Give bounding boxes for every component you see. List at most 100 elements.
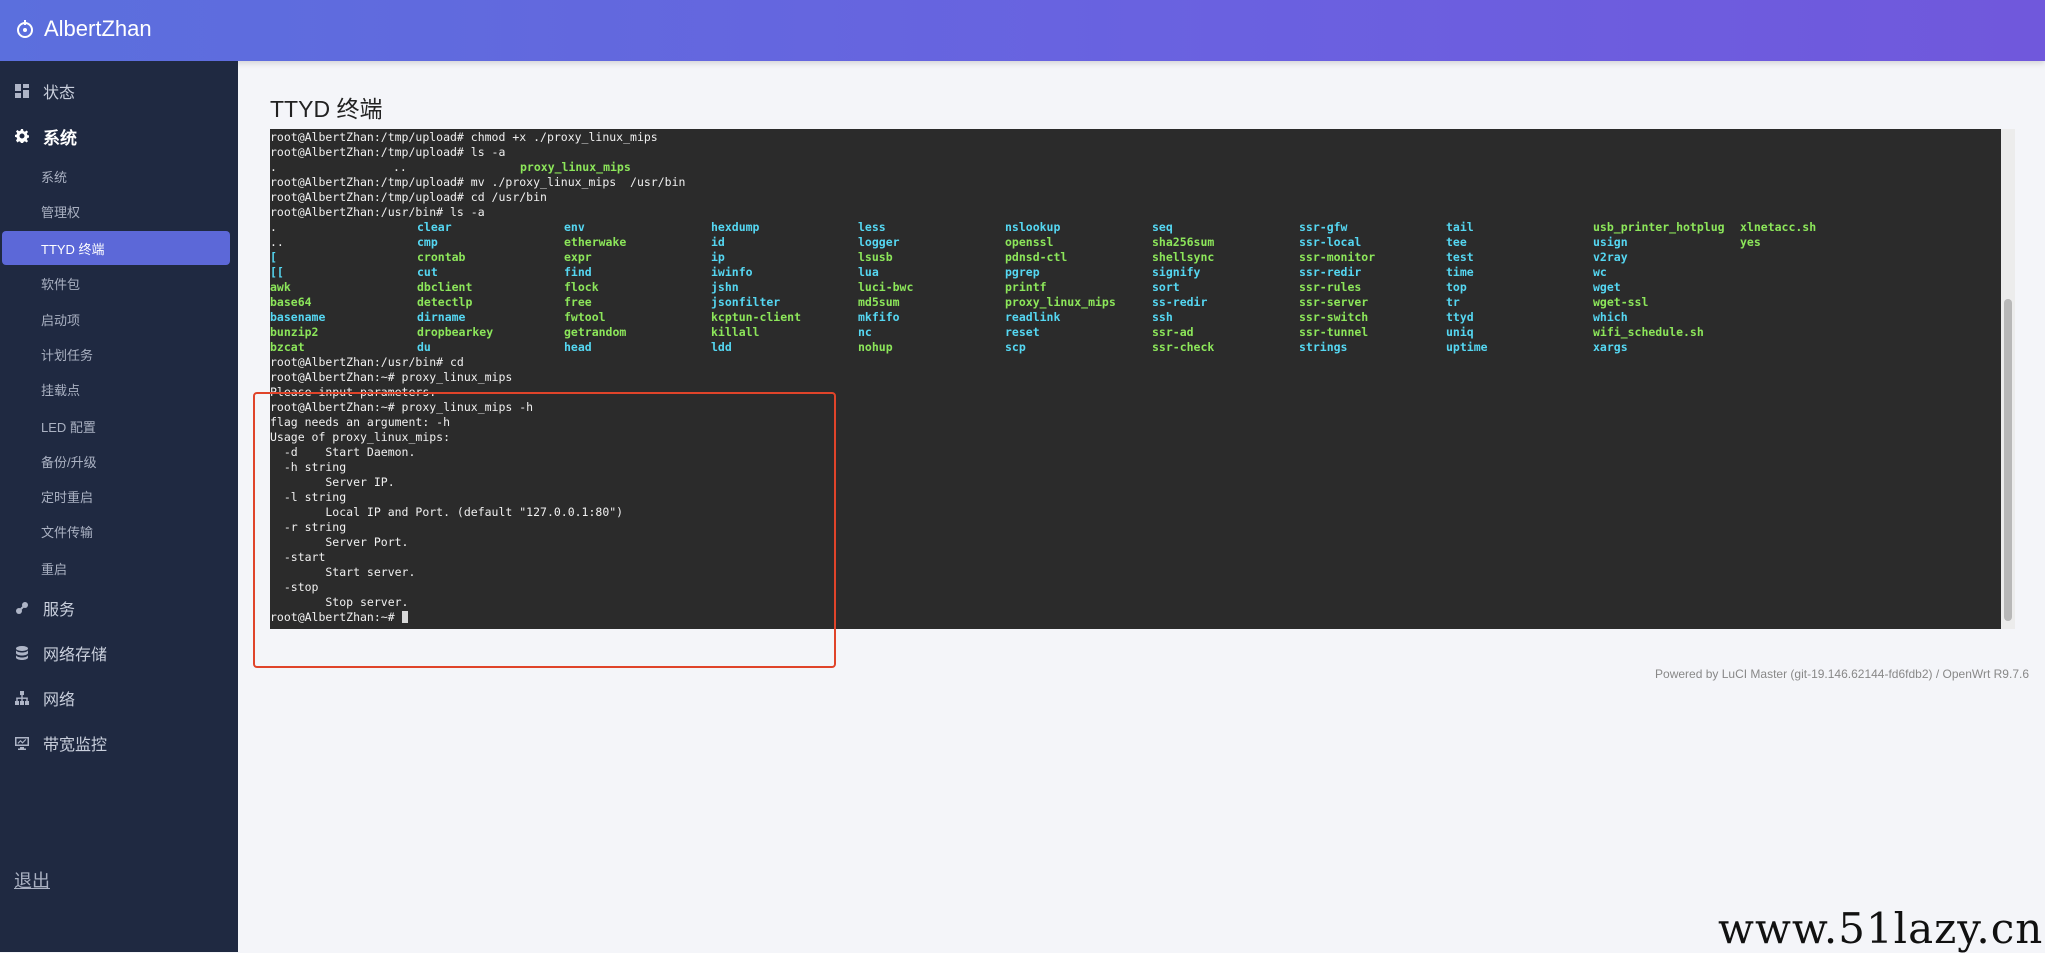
terminal-ls-entry: ssr-monitor xyxy=(1299,250,1376,264)
sidebar-sub-reboot[interactable]: 重启 xyxy=(0,551,238,585)
gear-icon xyxy=(15,129,29,143)
sidebar-item-status[interactable]: 状态 xyxy=(0,69,238,113)
terminal-ls-entry: . xyxy=(270,160,277,174)
sidebar-sub-crontab[interactable]: 计划任务 xyxy=(0,337,238,371)
terminal-ls-entry: readlink xyxy=(1005,310,1061,324)
terminal-ls-entry: find xyxy=(564,265,592,279)
link-icon xyxy=(16,602,28,614)
sidebar-sub-admin[interactable]: 管理权 xyxy=(0,194,238,228)
terminal-ls-entry: killall xyxy=(711,325,760,339)
sidebar-sub-label: 备份/升级 xyxy=(41,454,97,470)
terminal-ls-entry: top xyxy=(1446,280,1467,294)
terminal-line: root@AlbertZhan:/tmp/upload# mv ./proxy_… xyxy=(270,175,686,189)
terminal-ls-entry: uniq xyxy=(1446,325,1474,339)
monitor-icon xyxy=(15,737,29,750)
terminal-ls-entry: expr xyxy=(564,250,592,264)
terminal-ls-entry: less xyxy=(858,220,886,234)
sidebar-sub-ttyd[interactable]: TTYD 终端 xyxy=(2,231,230,265)
sidebar-sub-autoreboot[interactable]: 定时重启 xyxy=(0,479,238,513)
sidebar-sub-label: 管理权 xyxy=(41,204,81,220)
terminal-ls-entry: crontab xyxy=(417,250,466,264)
terminal-ls-entry: md5sum xyxy=(858,295,900,309)
terminal-ls-entry: ssr-tunnel xyxy=(1299,325,1369,339)
page-title: TTYD 终端 xyxy=(270,96,383,122)
terminal-ls-entry: sha256sum xyxy=(1152,235,1215,249)
sidebar-sub-system[interactable]: 系统 xyxy=(0,159,238,193)
logout-link[interactable]: 退出 xyxy=(14,867,50,893)
sidebar-sub-label: 文件传输 xyxy=(41,524,94,540)
brand-logo-icon xyxy=(17,20,33,38)
terminal-ls-entry: bzcat xyxy=(270,340,305,354)
terminal-ls-row: awk dbclient flock jshn luci-bwc printf sort ss… xyxy=(270,280,1621,295)
terminal-ls-entry: nslookup xyxy=(1005,220,1061,234)
terminal-scrollbar-thumb[interactable] xyxy=(2004,299,2012,621)
sidebar-item-nas[interactable]: 网络存储 xyxy=(0,631,238,675)
sidebar-sub-led[interactable]: LED 配置 xyxy=(0,409,238,443)
sidebar-item-services[interactable]: 服务 xyxy=(0,586,238,630)
sidebar-sub-filetransfer[interactable]: 文件传输 xyxy=(0,514,238,548)
terminal-ls-entry: scp xyxy=(1005,340,1026,354)
terminal-ls-entry: base64 xyxy=(270,295,312,309)
terminal-scrollbar[interactable] xyxy=(2001,129,2015,629)
database-icon xyxy=(16,646,28,660)
terminal-ls-entry: tail xyxy=(1446,220,1474,234)
terminal-ls-entry: usign xyxy=(1593,235,1628,249)
terminal-ls-entry: clear xyxy=(417,220,452,234)
sidebar-sub-packages[interactable]: 软件包 xyxy=(0,266,238,300)
terminal-ls-row: ... proxy_linux_mips xyxy=(270,160,685,175)
terminal-ls-entry: basename xyxy=(270,310,326,324)
terminal-ls-row: base64 detectlp free jsonfilter md5sum proxy_… xyxy=(270,295,1648,310)
terminal-ls-entry: env xyxy=(564,220,585,234)
terminal-ls-entry: lua xyxy=(858,265,879,279)
terminal-ls-entry: head xyxy=(564,340,592,354)
terminal-ls-row: [[cut find iwinfo lua pgrep signify ssr-redir t… xyxy=(270,265,1607,280)
terminal-ls-entry: ssr-gfw xyxy=(1299,220,1348,234)
terminal-ls-entry: seq xyxy=(1152,220,1173,234)
terminal-ls-entry: ssh xyxy=(1152,310,1173,324)
terminal-ls-entry: .. xyxy=(270,235,284,249)
terminal-ls-entry: pgrep xyxy=(1005,265,1040,279)
sidebar: 状态 系统 系统 管理权 TTYD 终端 软件包 启动项 计划任务 挂载点 LE… xyxy=(0,61,238,952)
terminal-ls-entry: ip xyxy=(711,250,725,264)
sidebar-sub-mounts[interactable]: 挂载点 xyxy=(0,372,238,406)
sidebar-sub-label: 计划任务 xyxy=(41,347,94,363)
terminal-line: root@AlbertZhan:/usr/bin# ls -a xyxy=(270,205,485,219)
terminal-ls-row: bunzip2 dropbearkey getrandom killall nc rese… xyxy=(270,325,1704,340)
terminal-ls-entry: tr xyxy=(1446,295,1460,309)
sidebar-item-label: 带宽监控 xyxy=(43,737,108,754)
sidebar-item-label: 系统 xyxy=(43,128,77,148)
terminal-ls-row: basename dirname fwtool kcptun-client mkfifo… xyxy=(270,310,1628,325)
terminal-ls-entry: tee xyxy=(1446,235,1467,249)
terminal-ls-entry: bunzip2 xyxy=(270,325,319,339)
sidebar-item-network[interactable]: 网络 xyxy=(0,676,238,720)
sidebar-sub-backup[interactable]: 备份/升级 xyxy=(0,444,238,478)
brand[interactable]: AlbertZhan xyxy=(15,16,152,42)
terminal-ls-entry: wc xyxy=(1593,265,1607,279)
brand-name: AlbertZhan xyxy=(44,16,152,41)
terminal-ls-entry: xlnetacc.sh xyxy=(1740,220,1817,234)
terminal-ls-entry: dropbearkey xyxy=(417,325,494,339)
terminal-ls-entry: ssr-local xyxy=(1299,235,1362,249)
sidebar-item-label: 网络存储 xyxy=(43,647,108,664)
terminal-ls-entry: dbclient xyxy=(417,280,473,294)
terminal-ls-entry: awk xyxy=(270,280,291,294)
sidebar-sub-label: LED 配置 xyxy=(41,419,96,435)
sidebar-item-system[interactable]: 系统 xyxy=(0,114,238,158)
sidebar-sub-label: 软件包 xyxy=(41,276,81,292)
terminal-ls-entry: cut xyxy=(417,265,438,279)
sidebar-sub-startup[interactable]: 启动项 xyxy=(0,302,238,336)
terminal-ls-entry: id xyxy=(711,235,725,249)
terminal-ls-entry: luci-bwc xyxy=(858,280,914,294)
terminal-ls-entry: ssr-server xyxy=(1299,295,1369,309)
network-icon xyxy=(15,691,29,705)
terminal-ls-entry: shellsync xyxy=(1152,250,1215,264)
terminal-ls-entry: reset xyxy=(1005,325,1040,339)
terminal-ls-entry: strings xyxy=(1299,340,1348,354)
terminal-ls-entry: . xyxy=(270,220,277,234)
terminal-ls-entry: iwinfo xyxy=(711,265,753,279)
terminal-ls-entry: detectlp xyxy=(417,295,473,309)
sidebar-item-bandwidth[interactable]: 带宽监控 xyxy=(0,721,238,765)
terminal-ls-row: . clear env hexdump less nslookup seq ssr-gfw ta… xyxy=(270,220,1816,235)
terminal-ls-row: .. cmp etherwake id logger openssl sha256sum ss… xyxy=(270,235,1761,250)
terminal-ls-row: bzcat du head ldd nohup scp ssr-check strings up… xyxy=(270,340,1628,355)
